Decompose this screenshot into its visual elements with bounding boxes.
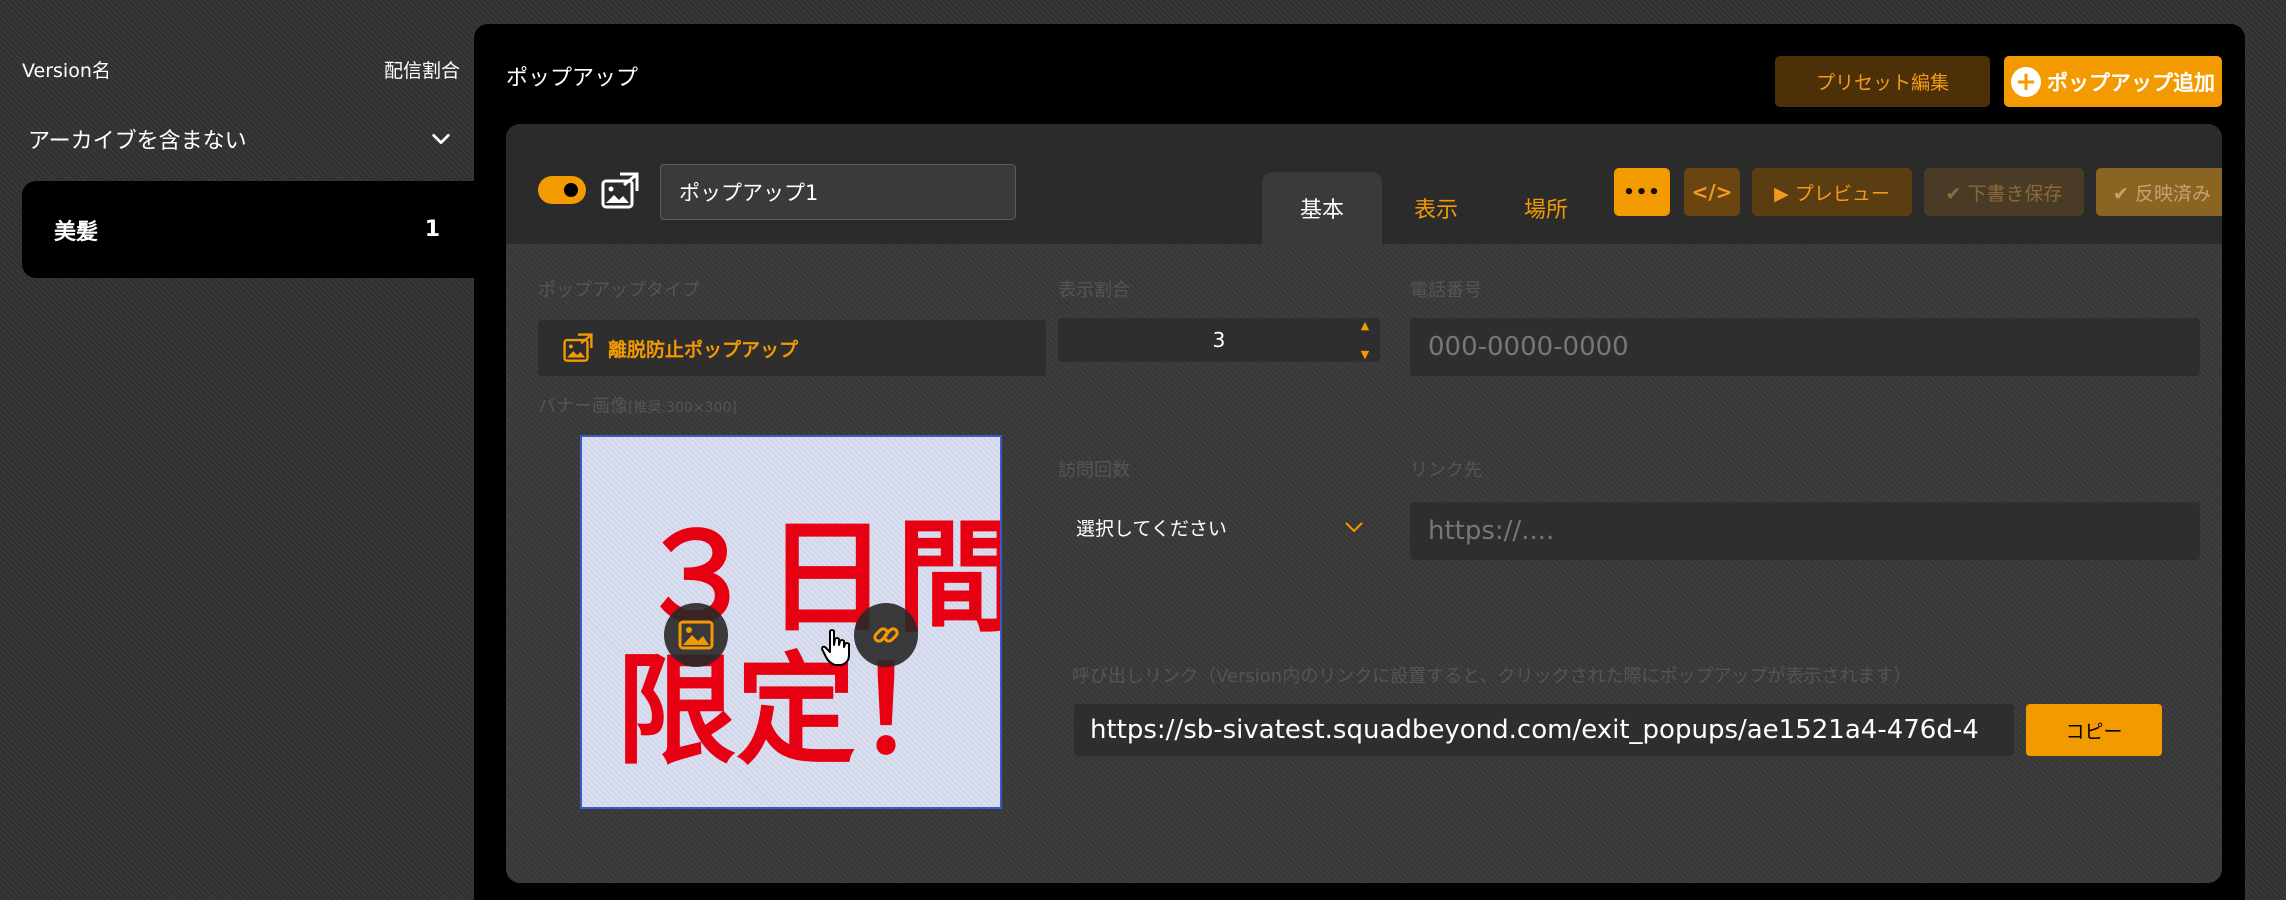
phone-input[interactable]: 000-0000-0000 [1410, 318, 2200, 376]
exit-popup-icon [563, 333, 593, 362]
tab-basic[interactable]: 基本 [1262, 172, 1382, 244]
tab-display[interactable]: 表示 [1386, 172, 1486, 244]
display-ratio-value: 3 [1212, 328, 1226, 352]
banner-image-label-text: バナー画像 [538, 396, 628, 417]
popup-type-label: ポップアップタイプ [538, 280, 700, 301]
link-icon [873, 627, 899, 643]
save-draft-button[interactable]: ✔ 下書き保存 [1924, 168, 2084, 216]
banner-image[interactable]: ３日間 限定！ [580, 435, 1002, 809]
preview-button[interactable]: ▶ プレビュー [1752, 168, 1912, 216]
change-image-button[interactable] [664, 603, 728, 667]
sidebar-item-version[interactable]: 美髪 1 [22, 181, 474, 278]
visit-count-placeholder: 選択してください [1076, 517, 1227, 540]
image-icon [678, 620, 714, 650]
page-title: ポップアップ [506, 66, 639, 91]
link-target-input[interactable]: https://.... [1410, 502, 2200, 560]
code-button[interactable]: </> [1684, 168, 1740, 216]
popup-name-input[interactable] [660, 164, 1016, 220]
preset-edit-button[interactable]: プリセット編集 [1775, 56, 1990, 107]
spin-up-icon[interactable]: ▲ [1361, 320, 1369, 331]
plus-circle-icon: + [2011, 66, 2041, 97]
display-ratio-label: 表示割合 [1058, 280, 1130, 301]
version-ratio: 1 [424, 217, 440, 242]
call-link-label: 呼び出しリンク（Version内のリンクに設置すると、クリックされた際にポップア… [1072, 666, 1912, 687]
number-spinner[interactable]: ▲ ▼ [1358, 320, 1372, 360]
distribution-ratio-heading: 配信割合 [383, 60, 460, 82]
archive-filter-label: アーカイブを含まない [28, 129, 247, 154]
chevron-down-icon [432, 133, 450, 145]
link-target-label: リンク先 [1410, 460, 1482, 481]
display-ratio-input[interactable]: 3 ▲ ▼ [1058, 318, 1380, 362]
popup-card: 基本 表示 場所 ••• </> ▶ プレビュー ✔ 下書き保存 ✔ 反映済み … [506, 124, 2222, 883]
sidebar-header: Version名 配信割合 [22, 56, 460, 83]
popup-type-value: 離脱防止ポップアップ [608, 338, 799, 361]
phone-label: 電話番号 [1410, 280, 1482, 301]
banner-image-hint: [推奨:300×300] [628, 400, 737, 416]
visit-count-label: 訪問回数 [1058, 460, 1130, 481]
add-popup-button[interactable]: + ポップアップ追加 [2004, 56, 2222, 107]
call-link-url-field[interactable]: https://sb-sivatest.squadbeyond.com/exit… [1074, 704, 2014, 756]
tab-location[interactable]: 場所 [1496, 172, 1596, 244]
popup-enable-toggle[interactable] [538, 176, 586, 204]
visit-count-select[interactable]: 選択してください [1058, 498, 1380, 556]
hand-cursor-icon [821, 629, 850, 666]
spin-down-icon[interactable]: ▼ [1361, 349, 1369, 360]
add-popup-label: ポップアップ追加 [2047, 70, 2215, 95]
version-name-heading: Version名 [22, 60, 111, 82]
popup-type-select[interactable]: 離脱防止ポップアップ [538, 320, 1046, 376]
reflected-button[interactable]: ✔ 反映済み [2096, 168, 2222, 216]
version-name: 美髪 [54, 219, 99, 245]
popup-image-icon [601, 172, 639, 209]
version-sidebar: Version名 配信割合 アーカイブを含まない 美髪 1 [0, 0, 474, 900]
copy-button[interactable]: コピー [2026, 704, 2162, 756]
more-button[interactable]: ••• [1614, 168, 1670, 216]
chevron-down-icon [1345, 522, 1363, 533]
banner-image-label: バナー画像[推奨:300×300] [538, 392, 737, 418]
archive-filter-dropdown[interactable]: アーカイブを含まない [0, 98, 474, 180]
popup-panel: ポップアップ プリセット編集 + ポップアップ追加 基本 表示 場所 ••• <… [474, 24, 2245, 900]
set-link-button[interactable] [854, 603, 918, 667]
